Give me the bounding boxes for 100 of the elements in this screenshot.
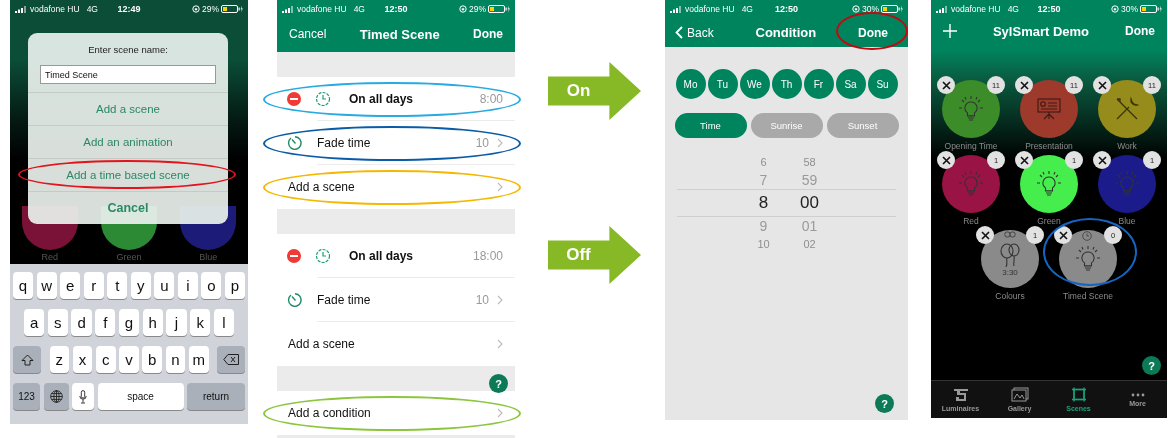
back-button[interactable]: Back xyxy=(675,25,714,40)
key[interactable]: f xyxy=(95,309,116,336)
key[interactable]: k xyxy=(190,309,211,336)
scene-button[interactable] xyxy=(1098,80,1156,138)
day-toggle[interactable]: Th xyxy=(771,69,802,99)
done-button[interactable]: Done xyxy=(473,27,503,41)
scene-button[interactable] xyxy=(942,80,1000,138)
key[interactable]: e xyxy=(60,272,81,299)
globe-key[interactable] xyxy=(43,383,69,410)
mode-tab[interactable]: Time xyxy=(674,113,747,138)
shift-key[interactable] xyxy=(13,346,41,373)
return-key[interactable]: return xyxy=(187,383,245,410)
key[interactable]: j xyxy=(166,309,187,336)
list-row[interactable]: On all days 8:00 xyxy=(277,77,515,121)
dialog-prompt: Enter scene name: xyxy=(88,44,168,55)
key[interactable]: d xyxy=(71,309,92,336)
scene-label: Red xyxy=(41,252,58,262)
list-row[interactable]: Add a scene xyxy=(277,322,515,366)
key[interactable]: w xyxy=(36,272,57,299)
day-toggle[interactable]: Sa xyxy=(835,69,866,99)
battery-icon xyxy=(221,5,243,13)
scene-button[interactable] xyxy=(1098,155,1156,213)
key[interactable]: q xyxy=(13,272,34,299)
list-row[interactable]: On all days 18:00 xyxy=(277,234,515,278)
key[interactable]: p xyxy=(224,272,245,299)
key[interactable]: u xyxy=(154,272,175,299)
scene-button[interactable] xyxy=(1020,80,1078,138)
status-time: 12:50 xyxy=(775,4,798,14)
add-button[interactable] xyxy=(943,24,957,38)
delete-badge[interactable] xyxy=(1015,76,1033,94)
space-key[interactable]: space xyxy=(97,383,184,410)
network-type: 4G xyxy=(741,4,753,14)
time-picker[interactable]: 6 58 7 59 8 00 9 01 10 02 xyxy=(677,153,896,253)
battery-percent: 29% xyxy=(469,4,486,14)
key[interactable]: r xyxy=(83,272,104,299)
carrier-name: vodafone HU xyxy=(297,4,347,14)
key[interactable]: v xyxy=(119,346,139,373)
network-type: 4G xyxy=(1007,4,1019,14)
microphone-key[interactable] xyxy=(72,383,94,410)
list-row[interactable]: Add a scene xyxy=(277,165,515,209)
key[interactable]: s xyxy=(47,309,68,336)
day-toggle[interactable]: Su xyxy=(867,69,898,99)
scene-button[interactable] xyxy=(1020,155,1078,213)
chevron-icon xyxy=(497,138,503,148)
scenes-frame-icon xyxy=(1070,387,1087,402)
lamp-icon xyxy=(952,387,969,402)
scene-label: Timed Scene xyxy=(1063,291,1113,301)
delete-badge[interactable] xyxy=(1015,151,1033,169)
key[interactable]: x xyxy=(72,346,93,373)
day-toggle[interactable]: Fr xyxy=(803,69,834,99)
screen-title: SylSmart Demo xyxy=(992,23,1090,39)
carrier-name: vodafone HU xyxy=(30,4,80,14)
carrier-name: vodafone HU xyxy=(951,4,1001,14)
delete-badge[interactable] xyxy=(976,226,994,244)
key[interactable]: l xyxy=(213,309,234,336)
scene-label: Opening Time xyxy=(944,141,998,151)
delete-badge[interactable] xyxy=(937,76,955,94)
list-row[interactable]: Fade time 10 xyxy=(277,121,515,165)
day-toggle[interactable]: We xyxy=(739,69,770,99)
delete-badge[interactable] xyxy=(1093,151,1111,169)
numbers-key[interactable]: 123 xyxy=(13,383,40,410)
battery-icon xyxy=(488,5,510,13)
balloons-icon xyxy=(997,241,1023,268)
key[interactable]: y xyxy=(130,272,151,299)
scene-name-field[interactable]: Timed Scene xyxy=(40,65,216,84)
row-label: Add a condition xyxy=(288,406,372,420)
signal-icon xyxy=(670,5,682,13)
key[interactable]: o xyxy=(201,272,222,299)
globe-icon xyxy=(49,390,63,403)
close-icon xyxy=(1097,80,1107,90)
minute-value: 01 xyxy=(800,218,819,234)
backspace-key[interactable] xyxy=(217,346,246,373)
row-label: Fade time xyxy=(317,136,372,150)
key[interactable]: b xyxy=(142,346,163,373)
list-row[interactable]: Add a condition xyxy=(277,391,515,435)
help-button[interactable]: ? xyxy=(875,394,894,413)
list-row[interactable]: Fade time 10 xyxy=(277,278,515,322)
scene-label: Green xyxy=(1037,216,1061,226)
more-dots-icon xyxy=(1130,392,1145,397)
delete-badge[interactable] xyxy=(1093,76,1111,94)
scene-button[interactable] xyxy=(942,155,1000,213)
close-icon xyxy=(941,155,951,165)
key[interactable]: m xyxy=(188,346,209,373)
delete-badge[interactable] xyxy=(937,151,955,169)
key[interactable]: z xyxy=(49,346,70,373)
hour-value: 9 xyxy=(758,218,769,234)
key[interactable]: h xyxy=(142,309,163,336)
help-button[interactable]: ? xyxy=(489,374,508,393)
key[interactable]: n xyxy=(165,346,186,373)
done-button[interactable]: Done xyxy=(1125,24,1155,38)
day-toggle[interactable]: Tu xyxy=(707,69,738,99)
key[interactable]: t xyxy=(107,272,128,299)
day-toggle[interactable]: Mo xyxy=(675,69,706,99)
key[interactable]: c xyxy=(95,346,116,373)
delete-badge[interactable] xyxy=(1054,226,1072,244)
key[interactable]: a xyxy=(24,309,45,336)
key[interactable]: i xyxy=(177,272,198,299)
done-button[interactable]: Done xyxy=(858,25,888,40)
key[interactable]: g xyxy=(118,309,140,336)
cancel-button[interactable]: Cancel xyxy=(289,27,327,41)
